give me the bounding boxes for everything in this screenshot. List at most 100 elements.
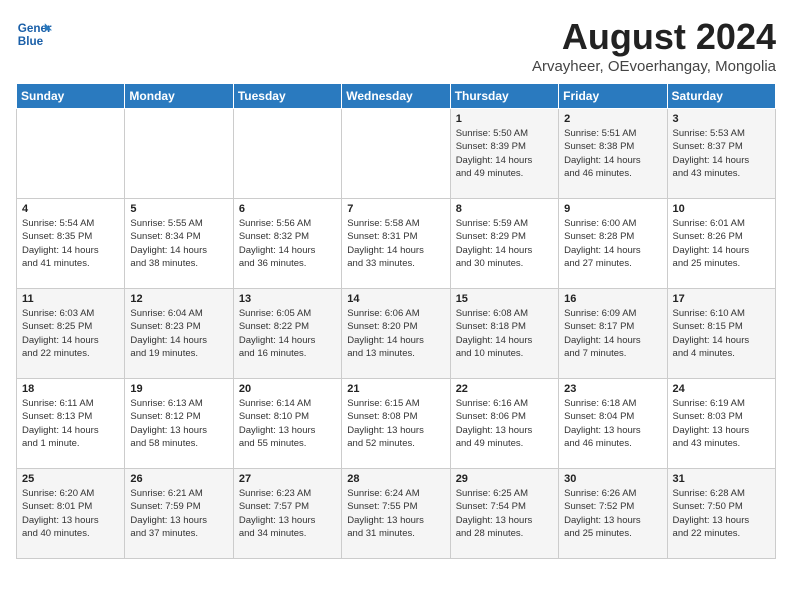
day-info: Sunrise: 6:26 AM Sunset: 7:52 PM Dayligh… <box>564 487 661 540</box>
day-info: Sunrise: 6:06 AM Sunset: 8:20 PM Dayligh… <box>347 307 444 360</box>
calendar-cell: 2 Sunrise: 5:51 AM Sunset: 8:38 PM Daylig… <box>559 109 667 199</box>
calendar-cell: 5 Sunrise: 5:55 AM Sunset: 8:34 PM Daylig… <box>125 199 233 289</box>
day-number: 10 <box>673 203 770 215</box>
day-number: 6 <box>239 203 336 215</box>
weekday-header-saturday: Saturday <box>667 84 775 109</box>
logo: General Blue <box>16 16 52 52</box>
day-info: Sunrise: 6:03 AM Sunset: 8:25 PM Dayligh… <box>22 307 119 360</box>
calendar-cell: 20 Sunrise: 6:14 AM Sunset: 8:10 PM Dayli… <box>233 379 341 469</box>
day-info: Sunrise: 5:58 AM Sunset: 8:31 PM Dayligh… <box>347 217 444 270</box>
calendar-cell: 29 Sunrise: 6:25 AM Sunset: 7:54 PM Dayli… <box>450 469 558 559</box>
day-info: Sunrise: 6:23 AM Sunset: 7:57 PM Dayligh… <box>239 487 336 540</box>
calendar-cell: 9 Sunrise: 6:00 AM Sunset: 8:28 PM Daylig… <box>559 199 667 289</box>
calendar-cell: 22 Sunrise: 6:16 AM Sunset: 8:06 PM Dayli… <box>450 379 558 469</box>
calendar-cell: 14 Sunrise: 6:06 AM Sunset: 8:20 PM Dayli… <box>342 289 450 379</box>
day-number: 1 <box>456 113 553 125</box>
calendar-cell: 13 Sunrise: 6:05 AM Sunset: 8:22 PM Dayli… <box>233 289 341 379</box>
day-number: 24 <box>673 383 770 395</box>
day-number: 23 <box>564 383 661 395</box>
calendar-cell <box>17 109 125 199</box>
weekday-header-wednesday: Wednesday <box>342 84 450 109</box>
calendar-cell: 8 Sunrise: 5:59 AM Sunset: 8:29 PM Daylig… <box>450 199 558 289</box>
day-number: 21 <box>347 383 444 395</box>
day-info: Sunrise: 5:51 AM Sunset: 8:38 PM Dayligh… <box>564 127 661 180</box>
svg-text:Blue: Blue <box>18 35 44 48</box>
day-number: 11 <box>22 293 119 305</box>
calendar-cell: 21 Sunrise: 6:15 AM Sunset: 8:08 PM Dayli… <box>342 379 450 469</box>
day-info: Sunrise: 6:18 AM Sunset: 8:04 PM Dayligh… <box>564 397 661 450</box>
day-number: 9 <box>564 203 661 215</box>
day-info: Sunrise: 5:50 AM Sunset: 8:39 PM Dayligh… <box>456 127 553 180</box>
day-info: Sunrise: 5:56 AM Sunset: 8:32 PM Dayligh… <box>239 217 336 270</box>
day-number: 13 <box>239 293 336 305</box>
day-info: Sunrise: 6:09 AM Sunset: 8:17 PM Dayligh… <box>564 307 661 360</box>
calendar-cell <box>233 109 341 199</box>
day-number: 17 <box>673 293 770 305</box>
day-number: 4 <box>22 203 119 215</box>
day-info: Sunrise: 6:04 AM Sunset: 8:23 PM Dayligh… <box>130 307 227 360</box>
calendar-cell: 25 Sunrise: 6:20 AM Sunset: 8:01 PM Dayli… <box>17 469 125 559</box>
day-info: Sunrise: 6:11 AM Sunset: 8:13 PM Dayligh… <box>22 397 119 450</box>
weekday-header-tuesday: Tuesday <box>233 84 341 109</box>
calendar-cell: 7Sunrise: 5:58 AM Sunset: 8:31 PM Daylig… <box>342 199 450 289</box>
day-number: 5 <box>130 203 227 215</box>
day-number: 30 <box>564 473 661 485</box>
calendar-cell: 3Sunrise: 5:53 AM Sunset: 8:37 PM Daylig… <box>667 109 775 199</box>
page-header: General Blue August 2024 Arvayheer, OEvo… <box>16 16 776 75</box>
calendar-table: SundayMondayTuesdayWednesdayThursdayFrid… <box>16 83 776 559</box>
day-info: Sunrise: 6:28 AM Sunset: 7:50 PM Dayligh… <box>673 487 770 540</box>
day-info: Sunrise: 6:13 AM Sunset: 8:12 PM Dayligh… <box>130 397 227 450</box>
day-info: Sunrise: 5:55 AM Sunset: 8:34 PM Dayligh… <box>130 217 227 270</box>
calendar-cell: 27Sunrise: 6:23 AM Sunset: 7:57 PM Dayli… <box>233 469 341 559</box>
day-number: 28 <box>347 473 444 485</box>
calendar-cell: 31 Sunrise: 6:28 AM Sunset: 7:50 PM Dayli… <box>667 469 775 559</box>
day-number: 16 <box>564 293 661 305</box>
day-number: 12 <box>130 293 227 305</box>
calendar-cell: 1 Sunrise: 5:50 AM Sunset: 8:39 PM Daylig… <box>450 109 558 199</box>
day-number: 20 <box>239 383 336 395</box>
day-info: Sunrise: 5:59 AM Sunset: 8:29 PM Dayligh… <box>456 217 553 270</box>
day-number: 19 <box>130 383 227 395</box>
weekday-header-monday: Monday <box>125 84 233 109</box>
calendar-cell: 11 Sunrise: 6:03 AM Sunset: 8:25 PM Dayli… <box>17 289 125 379</box>
calendar-cell: 19 Sunrise: 6:13 AM Sunset: 8:12 PM Dayli… <box>125 379 233 469</box>
day-info: Sunrise: 6:24 AM Sunset: 7:55 PM Dayligh… <box>347 487 444 540</box>
day-info: Sunrise: 6:25 AM Sunset: 7:54 PM Dayligh… <box>456 487 553 540</box>
day-info: Sunrise: 6:19 AM Sunset: 8:03 PM Dayligh… <box>673 397 770 450</box>
calendar-cell: 15 Sunrise: 6:08 AM Sunset: 8:18 PM Dayli… <box>450 289 558 379</box>
calendar-cell <box>125 109 233 199</box>
day-info: Sunrise: 5:54 AM Sunset: 8:35 PM Dayligh… <box>22 217 119 270</box>
calendar-cell: 6 Sunrise: 5:56 AM Sunset: 8:32 PM Daylig… <box>233 199 341 289</box>
day-info: Sunrise: 6:14 AM Sunset: 8:10 PM Dayligh… <box>239 397 336 450</box>
calendar-cell: 24 Sunrise: 6:19 AM Sunset: 8:03 PM Dayli… <box>667 379 775 469</box>
calendar-cell: 28 Sunrise: 6:24 AM Sunset: 7:55 PM Dayli… <box>342 469 450 559</box>
day-info: Sunrise: 6:00 AM Sunset: 8:28 PM Dayligh… <box>564 217 661 270</box>
calendar-cell: 4 Sunrise: 5:54 AM Sunset: 8:35 PM Daylig… <box>17 199 125 289</box>
day-info: Sunrise: 6:15 AM Sunset: 8:08 PM Dayligh… <box>347 397 444 450</box>
day-info: Sunrise: 6:16 AM Sunset: 8:06 PM Dayligh… <box>456 397 553 450</box>
title-area: August 2024 Arvayheer, OEvoerhangay, Mon… <box>532 16 776 75</box>
day-info: Sunrise: 6:10 AM Sunset: 8:15 PM Dayligh… <box>673 307 770 360</box>
calendar-cell: 10 Sunrise: 6:01 AM Sunset: 8:26 PM Dayli… <box>667 199 775 289</box>
day-info: Sunrise: 5:53 AM Sunset: 8:37 PM Dayligh… <box>673 127 770 180</box>
day-number: 15 <box>456 293 553 305</box>
day-info: Sunrise: 6:05 AM Sunset: 8:22 PM Dayligh… <box>239 307 336 360</box>
weekday-header-thursday: Thursday <box>450 84 558 109</box>
calendar-cell: 30 Sunrise: 6:26 AM Sunset: 7:52 PM Dayli… <box>559 469 667 559</box>
month-title: August 2024 <box>532 16 776 58</box>
calendar-cell: 23 Sunrise: 6:18 AM Sunset: 8:04 PM Dayli… <box>559 379 667 469</box>
day-info: Sunrise: 6:08 AM Sunset: 8:18 PM Dayligh… <box>456 307 553 360</box>
day-number: 29 <box>456 473 553 485</box>
calendar-cell: 12 Sunrise: 6:04 AM Sunset: 8:23 PM Dayli… <box>125 289 233 379</box>
day-number: 22 <box>456 383 553 395</box>
day-number: 8 <box>456 203 553 215</box>
day-number: 14 <box>347 293 444 305</box>
day-number: 2 <box>564 113 661 125</box>
day-number: 26 <box>130 473 227 485</box>
calendar-cell: 18Sunrise: 6:11 AM Sunset: 8:13 PM Dayli… <box>17 379 125 469</box>
day-number: 25 <box>22 473 119 485</box>
day-number: 31 <box>673 473 770 485</box>
day-info: Sunrise: 6:01 AM Sunset: 8:26 PM Dayligh… <box>673 217 770 270</box>
calendar-cell: 17 Sunrise: 6:10 AM Sunset: 8:15 PM Dayli… <box>667 289 775 379</box>
day-info: Sunrise: 6:20 AM Sunset: 8:01 PM Dayligh… <box>22 487 119 540</box>
